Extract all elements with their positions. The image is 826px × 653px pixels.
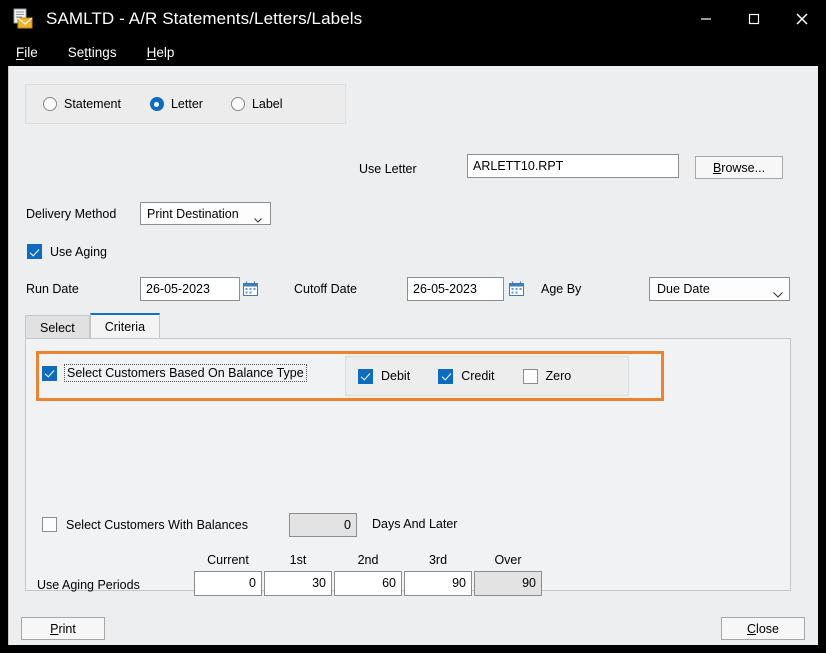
aging-header-1st: 1st [289,553,307,567]
browse-button[interactable]: Browse... [695,156,783,179]
use-letter-label: Use Letter [359,162,417,176]
chevron-down-icon [254,212,262,223]
tab-select-label: Select [40,320,75,335]
tab-criteria[interactable]: Criteria [89,313,161,339]
aging-header-current: Current [207,553,249,567]
menu-item-settings[interactable]: Settings [68,45,117,60]
radio-letter-dot [149,97,164,111]
aging-input-current[interactable]: 0 [194,571,262,596]
menu-item-help[interactable]: Help [147,45,175,60]
run-date-label: Run Date [26,282,79,296]
checkbox-credit-label: Credit [461,369,495,383]
cutoff-date-label: Cutoff Date [294,282,358,296]
print-button[interactable]: Print [21,617,105,640]
checkbox-debit-box [358,368,373,384]
checkbox-zero-box [522,368,538,384]
checkbox-zero-label: Zero [545,369,572,383]
age-by-label: Age By [541,282,582,296]
balance-type-label: Select Customers Based On Balance Type [64,364,307,382]
radio-statement-dot [43,97,57,111]
chevron-down-icon [773,287,783,298]
aging-periods-label: Use Aging Periods [37,578,140,592]
menu-bar: File Settings Help [0,38,826,66]
aging-header-3rd: 3rd [428,553,448,567]
checkbox-credit[interactable]: Credit [438,368,495,384]
output-type-group: Statement Letter Label [25,84,346,124]
aging-header-over: Over [494,553,522,567]
checkbox-credit-box [438,368,454,384]
checkbox-debit-label: Debit [381,369,411,383]
run-date-calendar-icon[interactable] [243,281,258,296]
radio-letter-label: Letter [170,97,203,111]
balance-type-checkbox[interactable]: Select Customers Based On Balance Type [42,364,307,382]
checkbox-debit[interactable]: Debit [358,368,411,384]
use-aging-label: Use Aging [50,244,107,259]
aging-input-1st[interactable]: 30 [264,571,332,596]
aging-input-over: 90 [474,571,542,596]
aging-input-3rd[interactable]: 90 [404,571,472,596]
delivery-method-label: Delivery Method [26,207,117,221]
delivery-method-select[interactable]: Print Destination [140,202,271,225]
client-area: Statement Letter Label Use Letter ARLETT… [8,66,818,645]
delivery-method-value: Print Destination [147,206,239,221]
minimize-icon[interactable] [682,0,730,38]
aging-header-2nd: 2nd [357,553,379,567]
radio-statement[interactable]: Statement [43,97,121,111]
application-window: SAMLTD - A/R Statements/Letters/Labels F… [0,0,826,653]
use-aging-checkbox[interactable]: Use Aging [27,244,107,259]
balance-type-checkbox-box [42,365,57,381]
radio-label-dot [230,97,245,111]
radio-label[interactable]: Label [230,97,283,111]
window-controls [682,0,826,38]
run-date-input[interactable]: 26-05-2023 [140,277,240,301]
menu-item-file[interactable]: File [16,45,38,60]
use-letter-input[interactable]: ARLETT10.RPT [467,154,679,178]
radio-label-label: Label [251,97,283,111]
maximize-icon[interactable] [730,0,778,38]
age-by-value: Due Date [657,282,710,296]
close-button[interactable]: Close [721,617,805,640]
window-title: SAMLTD - A/R Statements/Letters/Labels [46,9,363,28]
age-by-select[interactable]: Due Date [649,277,790,301]
days-and-later-label: Days And Later [372,517,458,531]
tab-criteria-label: Criteria [104,320,146,334]
use-aging-checkbox-box [27,244,42,259]
aging-input-2nd[interactable]: 60 [334,571,402,596]
balance-type-options-group: Debit Credit Zero [345,356,629,396]
checkbox-zero[interactable]: Zero [522,368,572,384]
tab-select[interactable]: Select [25,315,90,339]
with-balances-checkbox-box [42,517,57,532]
with-balances-label: Select Customers With Balances [66,517,249,532]
with-balances-checkbox[interactable]: Select Customers With Balances [42,517,248,532]
cutoff-date-calendar-icon[interactable] [509,281,524,296]
cutoff-date-input[interactable]: 26-05-2023 [407,277,504,301]
title-bar: SAMLTD - A/R Statements/Letters/Labels [0,0,826,38]
tab-strip: Select Criteria [25,313,791,339]
days-and-later-input[interactable]: 0 [289,513,357,537]
radio-statement-label: Statement [64,97,121,111]
close-icon[interactable] [778,0,826,38]
radio-letter[interactable]: Letter [149,97,203,111]
statement-letter-icon [12,8,34,30]
